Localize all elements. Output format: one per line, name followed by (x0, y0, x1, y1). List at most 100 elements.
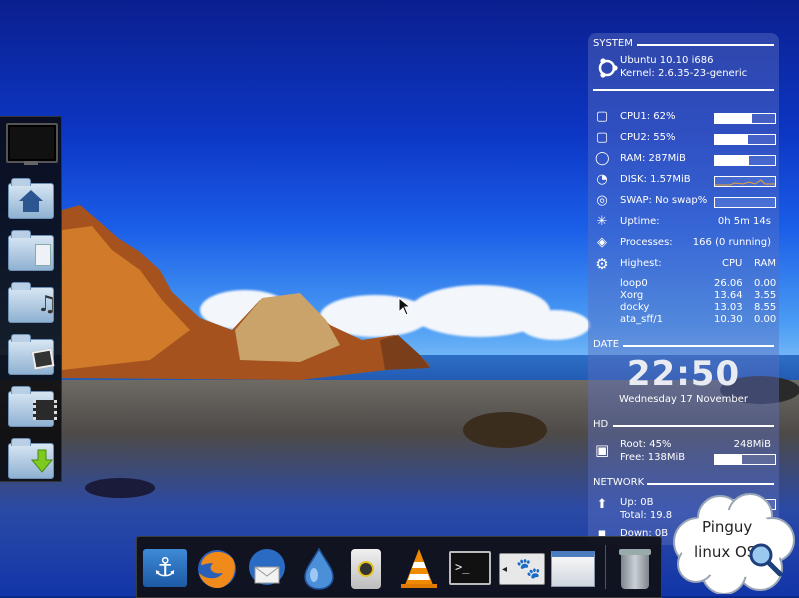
process-cpu: 26.06 (714, 278, 743, 289)
section-rule (647, 483, 774, 485)
process-ram: 0.00 (754, 278, 777, 289)
bottom-dock: ⚓ >_ ◂ 🐾 (136, 536, 662, 598)
trash-dock-item[interactable] (611, 545, 659, 591)
hd-section-header: HD (593, 419, 774, 430)
house-glyph (19, 190, 43, 212)
divider (593, 89, 774, 91)
cpu-icon: ▢ (595, 109, 609, 124)
badge-line1: Pinguy (702, 518, 753, 536)
film-glyph (33, 400, 57, 420)
deluge-dock-item[interactable] (295, 545, 343, 591)
process-name: Xorg (620, 290, 644, 301)
cpu2-usage-bar (714, 134, 776, 145)
process-name: loop0 (620, 278, 648, 289)
process-row: loop0 26.06 0.00 (620, 278, 777, 290)
monitor-icon (6, 123, 58, 163)
thunderbird-icon (249, 549, 285, 585)
window-dock-item[interactable] (549, 545, 597, 591)
process-cpu: 13.03 (714, 302, 743, 313)
picture-glyph (31, 348, 55, 370)
pinguy-logo-badge: Pinguy linux OS (668, 490, 796, 594)
pictures-folder-launcher[interactable] (6, 333, 55, 377)
cpu1-usage-bar (714, 113, 776, 124)
music-note-glyph: ♫ (37, 292, 57, 317)
uptime-label: Uptime: (620, 216, 660, 227)
process-ram: 0.00 (754, 314, 777, 325)
gimp-dock-item[interactable]: ◂ 🐾 (499, 545, 547, 591)
hd-header-label: HD (593, 419, 609, 430)
clock-time: 22:50 (626, 354, 741, 394)
highest-ram-header: RAM (754, 258, 777, 269)
monitor-launcher[interactable] (6, 123, 58, 167)
terminal-dock-item[interactable]: >_ (447, 545, 495, 591)
network-header-label: NETWORK (593, 477, 645, 488)
music-folder-launcher[interactable]: ♫ (6, 281, 57, 325)
document-glyph (35, 244, 51, 266)
hd-root-size: 248MiB (733, 439, 771, 450)
disk-icon: ◔ (596, 172, 608, 187)
processes-icon: ◈ (597, 235, 607, 250)
kernel-version: Kernel: 2.6.35-23-generic (620, 68, 748, 79)
swap-icon: ◎ (596, 193, 608, 208)
hd-root-row: Root: 45% 248MiB (620, 439, 775, 453)
anchor-dock-item[interactable]: ⚓ (141, 545, 189, 591)
home-folder-launcher[interactable] (6, 177, 54, 221)
firefox-icon (198, 550, 236, 589)
pictures-folder-icon (8, 334, 55, 375)
os-version: Ubuntu 10.10 i686 (620, 55, 714, 66)
processes-value: 166 (0 running) (692, 237, 771, 248)
mouse-pointer-icon (398, 297, 412, 316)
speaker-cone (358, 561, 374, 577)
speaker-dock-item[interactable] (343, 545, 391, 591)
disk-usage-graph (714, 176, 776, 187)
firefox-dock-item[interactable] (193, 545, 241, 591)
clock-date: Wednesday 17 November (619, 394, 748, 405)
process-ram: 8.55 (754, 302, 777, 313)
terminal-icon: >_ (449, 551, 491, 585)
processes-row: Processes: 166 (0 running) (620, 237, 775, 251)
ubuntu-logo-icon (598, 58, 618, 78)
trash-icon (621, 555, 649, 589)
vlc-icon (401, 549, 437, 588)
documents-folder-launcher[interactable] (6, 229, 54, 273)
hard-drive-icon: ▣ (595, 441, 610, 459)
videos-folder-icon (8, 386, 57, 427)
anchor-icon: ⚓ (143, 549, 187, 587)
date-header-label: DATE (593, 339, 620, 350)
processes-label: Processes: (620, 237, 673, 248)
system-header-label: SYSTEM (593, 38, 633, 49)
gimp-icon: ◂ 🐾 (499, 553, 545, 585)
anchor-glyph: ⚓ (153, 553, 177, 583)
left-launcher-panel: ♫ (0, 116, 62, 482)
download-arrow-glyph (30, 449, 53, 473)
process-row: Xorg 13.64 3.55 (620, 290, 777, 302)
hd-root-label: Root: 45% (620, 439, 672, 450)
downloads-folder-icon (8, 438, 54, 479)
process-ram: 3.55 (754, 290, 777, 301)
ram-icon: ◯ (595, 151, 610, 166)
videos-folder-launcher[interactable] (6, 385, 57, 429)
gimp-arrow-glyph: ◂ (502, 564, 508, 575)
disk-graph-line (715, 179, 775, 186)
swap-usage-bar (714, 197, 776, 208)
uptime-value: 0h 5m 14s (717, 216, 771, 227)
magnifier-icon (749, 543, 783, 577)
cpu-icon: ▢ (595, 130, 609, 145)
home-folder-icon (8, 178, 54, 219)
hd-usage-bar (714, 454, 776, 465)
downloads-folder-launcher[interactable] (6, 437, 54, 481)
uptime-row: Uptime: 0h 5m 14s (620, 216, 775, 230)
process-row: ata_sff/1 10.30 0.00 (620, 314, 777, 326)
highest-header-row: Highest: CPU RAM (620, 258, 777, 272)
thunderbird-dock-item[interactable] (243, 545, 291, 591)
process-name: ata_sff/1 (620, 314, 664, 325)
window-icon (551, 551, 595, 587)
ram-usage-bar (714, 155, 776, 166)
process-cpu: 10.30 (714, 314, 743, 325)
process-cpu: 13.64 (714, 290, 743, 301)
music-folder-icon: ♫ (8, 282, 57, 323)
section-rule (613, 425, 774, 427)
process-row: docky 13.03 8.55 (620, 302, 777, 314)
highest-cpu-header: CPU (722, 258, 743, 269)
vlc-dock-item[interactable] (395, 545, 443, 591)
